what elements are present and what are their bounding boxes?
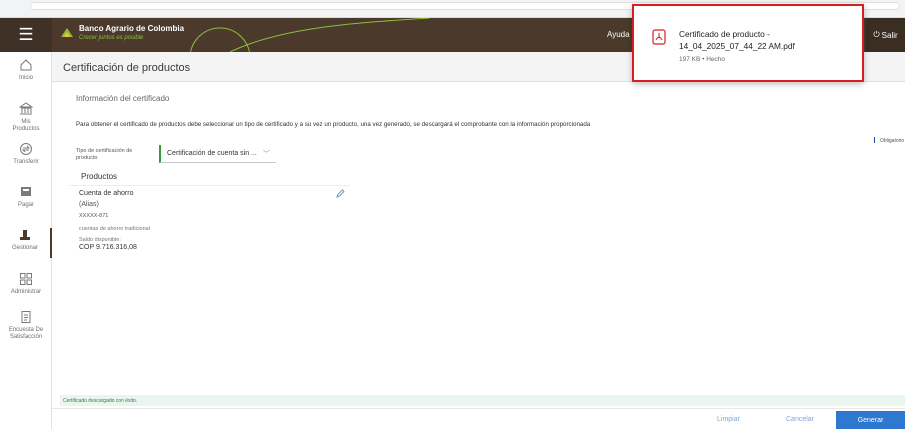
pay-icon — [21, 187, 31, 196]
header-decoration — [190, 18, 430, 52]
sidebar-item-label: Transferir — [13, 159, 39, 165]
chevron-down-icon: ﹀ — [263, 151, 270, 158]
sidebar-item-gestionar[interactable]: Gestionar — [0, 228, 52, 258]
instruction-text: Para obtener el certificado de productos… — [76, 121, 591, 128]
product-type: cuentas de ahorro tradicional — [79, 226, 150, 232]
exit-label: Salir — [881, 30, 898, 40]
menu-button[interactable]: ☰ — [0, 18, 52, 52]
sidebar: Inicio Mis Productos Transferir Pagar Ge… — [0, 52, 52, 429]
download-filename: Certificado de producto - 14_04_2025_07_… — [679, 29, 795, 51]
product-number: XXXXX-871 — [79, 213, 109, 219]
sidebar-item-label: Inicio — [18, 75, 33, 81]
certificate-type-value: Certificación de cuenta sin ... — [167, 150, 257, 157]
help-link[interactable]: Ayuda — [607, 30, 630, 39]
required-legend: Obligatorio — [874, 137, 904, 144]
bank-icon — [19, 102, 33, 115]
power-icon: ⏻ — [873, 30, 880, 39]
sidebar-item-label: Encuesta De Satisfacción — [8, 327, 44, 340]
sidebar-item-label: Gestionar — [11, 245, 38, 251]
balance-value: COP 9.716.316,08 — [79, 244, 137, 251]
product-card[interactable]: Cuenta de ahorro (Alias) XXXXX-871 cuent… — [69, 185, 350, 265]
product-name: Cuenta de ahorro — [79, 190, 134, 197]
hamburger-icon: ☰ — [18, 25, 34, 44]
main-content: Información del certificado Para obtener… — [52, 82, 905, 397]
manage-icon — [20, 230, 30, 240]
clear-button[interactable]: Limpiar — [717, 416, 740, 423]
logo-mark-icon — [61, 28, 73, 37]
home-icon — [20, 59, 32, 71]
grid-icon — [20, 273, 32, 285]
generate-button[interactable]: Generar — [836, 411, 905, 429]
exit-button[interactable]: ⏻ Salir — [866, 18, 905, 52]
transfer-icon — [20, 143, 32, 155]
sidebar-item-administrar[interactable]: Administrar — [0, 272, 52, 296]
sidebar-item-transferir[interactable]: Transferir — [0, 142, 52, 166]
action-footer: Limpiar Cancelar Generar — [52, 408, 905, 429]
certificate-type-select[interactable]: Certificación de cuenta sin ... ﹀ — [159, 145, 276, 163]
download-status: 197 KB • Hecho — [679, 56, 725, 63]
page-title: Certificación de productos — [63, 62, 191, 74]
cancel-button[interactable]: Cancelar — [786, 416, 814, 423]
sidebar-item-pagar[interactable]: Pagar — [0, 185, 52, 209]
product-alias: (Alias) — [79, 201, 99, 208]
download-popup[interactable]: Certificado de producto - 14_04_2025_07_… — [632, 4, 864, 82]
sidebar-item-encuesta[interactable]: Encuesta De Satisfacción — [0, 310, 52, 341]
success-toast: Certificado descargado con éxito. — [60, 395, 905, 406]
balance-label: Saldo disponible: — [79, 237, 121, 243]
survey-icon — [21, 311, 31, 323]
edit-pencil-icon[interactable] — [336, 189, 345, 198]
sidebar-item-label: Administrar — [10, 289, 42, 295]
sidebar-item-inicio[interactable]: Inicio — [0, 58, 52, 82]
sidebar-item-label: Pagar — [17, 202, 34, 208]
products-title: Productos — [81, 172, 118, 181]
pdf-file-icon — [652, 29, 666, 45]
sidebar-item-mis-productos[interactable]: Mis Productos — [0, 102, 52, 133]
sidebar-item-label: Mis Productos — [12, 119, 40, 132]
section-title: Información del certificado — [76, 94, 170, 103]
certificate-type-label: Tipo de certificación de producto — [76, 148, 133, 161]
